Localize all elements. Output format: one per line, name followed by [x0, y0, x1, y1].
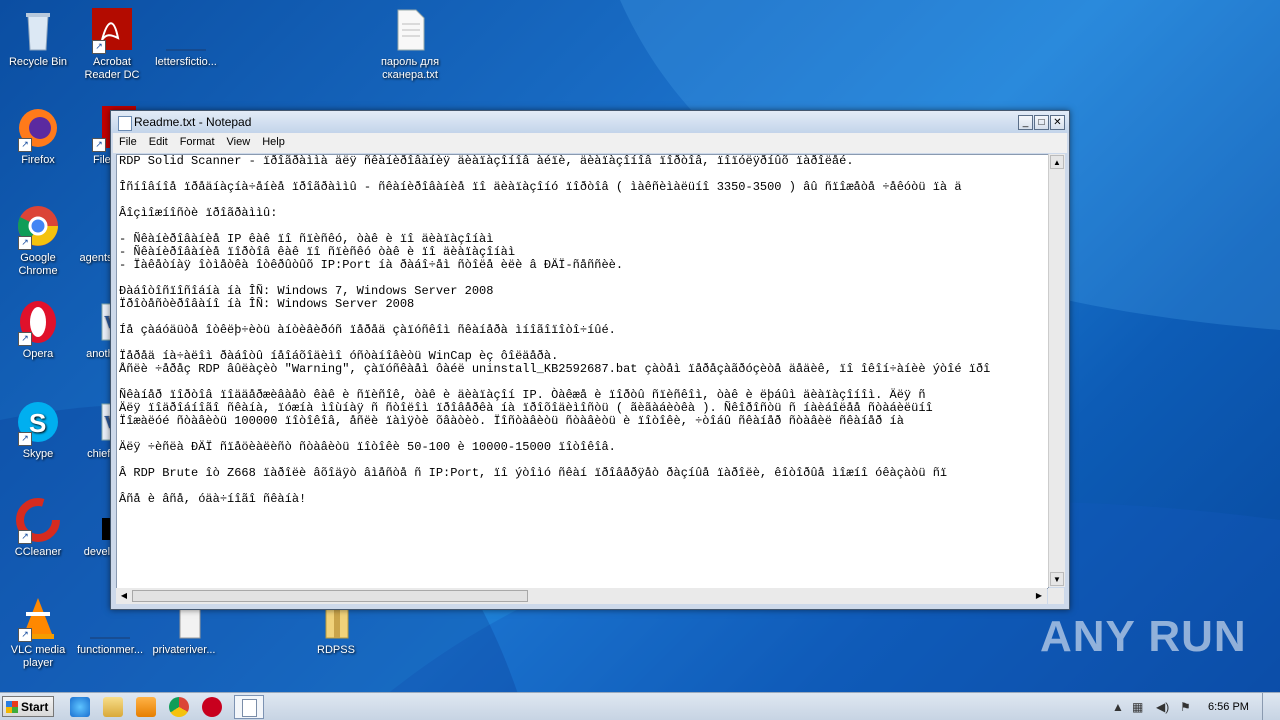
- text-line: Åñëè ÷åðåç RDP âûëàçèò "Warning", çàïóñê…: [119, 362, 991, 376]
- icon-label: пароль для сканера.txt: [380, 56, 440, 81]
- network-icon[interactable]: ▦: [1132, 700, 1143, 714]
- start-label: Start: [21, 700, 49, 714]
- notepad-icon: [118, 116, 132, 131]
- start-button[interactable]: Start: [2, 696, 54, 717]
- recycle-bin-icon: [14, 8, 62, 52]
- text-line: Âñå è âñå, óäà÷íîãî ñêàíà!: [119, 492, 307, 506]
- shortcut-arrow-icon: ↗: [92, 138, 106, 152]
- scroll-down-arrow-icon[interactable]: ▼: [1050, 572, 1064, 586]
- action-center-flag-icon[interactable]: ⚑: [1180, 700, 1191, 714]
- notepad-icon: [241, 699, 257, 717]
- window-title: Readme.txt - Notepad: [134, 115, 252, 129]
- text-line: RDP Solid Scanner - ïðîãðàììà äëÿ ñêàíèð…: [119, 154, 854, 168]
- scroll-left-arrow-icon[interactable]: ◀: [117, 589, 131, 603]
- taskbar: Start ▲ ▦ ◀) ⚑ 6:56 PM: [0, 692, 1280, 720]
- scroll-up-arrow-icon[interactable]: ▲: [1050, 155, 1064, 169]
- security-app-icon[interactable]: [202, 697, 222, 717]
- desktop-icon-recycle-bin[interactable]: Recycle Bin: [0, 8, 76, 69]
- text-line: Âîçìîæíîñòè ïðîãðàììû:: [119, 206, 278, 220]
- chrome-taskbar-icon[interactable]: [169, 697, 189, 717]
- show-hidden-icons-icon[interactable]: ▲: [1112, 700, 1124, 714]
- text-line: Ïðîòåñòèðîâàíî íà ÎÑ: Windows Server 200…: [119, 297, 415, 311]
- menu-format[interactable]: Format: [174, 133, 221, 153]
- skype-icon: S ↗: [14, 400, 62, 446]
- vertical-scrollbar[interactable]: ▲ ▼: [1048, 154, 1065, 587]
- desktop-icon-acrobat[interactable]: ↗ Acrobat Reader DC: [74, 8, 150, 82]
- text-line: Ïîæàëóé ñòàâèòü 100000 ïîòîêîâ, åñëè ïàì…: [119, 414, 904, 428]
- show-desktop-button[interactable]: [1262, 693, 1280, 720]
- menu-view[interactable]: View: [221, 133, 257, 153]
- horizontal-scroll-thumb[interactable]: [132, 590, 528, 602]
- document-text: RDP Solid Scanner - ïðîãðàììà äëÿ ñêàíèð…: [119, 154, 1048, 506]
- text-line: Îñíîâíîå ïðåäíàçíà÷åíèå ïðîãðàììû - ñêàí…: [119, 180, 962, 194]
- close-button[interactable]: ✕: [1050, 115, 1065, 130]
- resize-grip[interactable]: [1048, 588, 1064, 604]
- shortcut-arrow-icon: ↗: [18, 138, 32, 152]
- shortcut-arrow-icon: ↗: [18, 628, 32, 642]
- icon-label: RDPSS: [317, 644, 355, 656]
- ccleaner-icon: ↗: [14, 498, 62, 544]
- text-line: Íå çàáóäüòå îòêëþ÷èòü àíòèâèðóñ ïåðåä çà…: [119, 323, 616, 337]
- text-file-icon: [386, 8, 434, 52]
- title-bar[interactable]: Readme.txt - Notepad _ □ ✕: [111, 111, 1069, 133]
- icon-label: privateriver...: [152, 644, 216, 656]
- icon-label: Firefox: [21, 154, 55, 166]
- scroll-right-arrow-icon[interactable]: ▶: [1032, 589, 1046, 603]
- text-line: Äëÿ ÷èñëà ÐÄÏ ñïåöèàëèñò ñòàâèòü ïîòîêè …: [119, 440, 616, 454]
- minimize-button[interactable]: _: [1018, 115, 1033, 130]
- notepad-window[interactable]: Readme.txt - Notepad _ □ ✕ File Edit For…: [110, 110, 1070, 610]
- clock[interactable]: 6:56 PM: [1208, 701, 1249, 713]
- firefox-icon: ↗: [14, 106, 62, 152]
- media-player-icon[interactable]: [136, 697, 156, 717]
- icon-label: lettersfictio...: [155, 56, 217, 68]
- icon-label: functionmer...: [76, 644, 144, 656]
- desktop-icon-password-txt[interactable]: пароль для сканера.txt: [372, 8, 448, 82]
- anyrun-watermark: ANY RUN: [1040, 612, 1247, 661]
- icon-label: Recycle Bin: [8, 56, 68, 68]
- desktop-icon-firefox[interactable]: ↗ Firefox: [0, 106, 76, 167]
- text-line: - Ïàêåòíàÿ îòìåòêà îòêðûòûõ IP:Port íà ð…: [119, 258, 624, 272]
- shortcut-arrow-icon: ↗: [18, 236, 32, 250]
- ie-icon[interactable]: [70, 697, 90, 717]
- horizontal-scrollbar[interactable]: ◀ ▶: [116, 588, 1047, 604]
- icon-label: VLC media player: [10, 644, 66, 669]
- text-editor-area[interactable]: RDP Solid Scanner - ïðîãðàììà äëÿ ñêàíèð…: [116, 154, 1049, 589]
- icon-label: Acrobat Reader DC: [84, 56, 140, 81]
- chrome-icon: ↗: [14, 204, 62, 250]
- text-line: Â RDP Brute îò Z668 ïàðîëè âõîäÿò âìåñòå…: [119, 466, 948, 480]
- shortcut-arrow-icon: ↗: [18, 530, 32, 544]
- menu-help[interactable]: Help: [256, 133, 291, 153]
- shortcut-arrow-icon: ↗: [18, 432, 32, 446]
- shortcut-arrow-icon: ↗: [92, 40, 106, 54]
- menu-bar: File Edit Format View Help: [113, 133, 1067, 153]
- maximize-button[interactable]: □: [1034, 115, 1049, 130]
- volume-icon[interactable]: ◀): [1156, 700, 1169, 714]
- document-icon: [162, 8, 210, 52]
- opera-icon: ↗: [14, 300, 62, 346]
- desktop-icon-vlc[interactable]: ↗ VLC media player: [0, 596, 76, 670]
- menu-edit[interactable]: Edit: [143, 133, 174, 153]
- desktop-icon-lettersfiction[interactable]: lettersfictio...: [148, 8, 224, 69]
- notepad-taskbar-button[interactable]: [234, 695, 264, 719]
- menu-file[interactable]: File: [113, 133, 143, 153]
- windows-flag-icon: [6, 701, 18, 713]
- vlc-cone-icon: ↗: [14, 596, 62, 642]
- explorer-folder-icon[interactable]: [103, 697, 123, 717]
- acrobat-icon: ↗: [88, 8, 136, 54]
- shortcut-arrow-icon: ↗: [18, 332, 32, 346]
